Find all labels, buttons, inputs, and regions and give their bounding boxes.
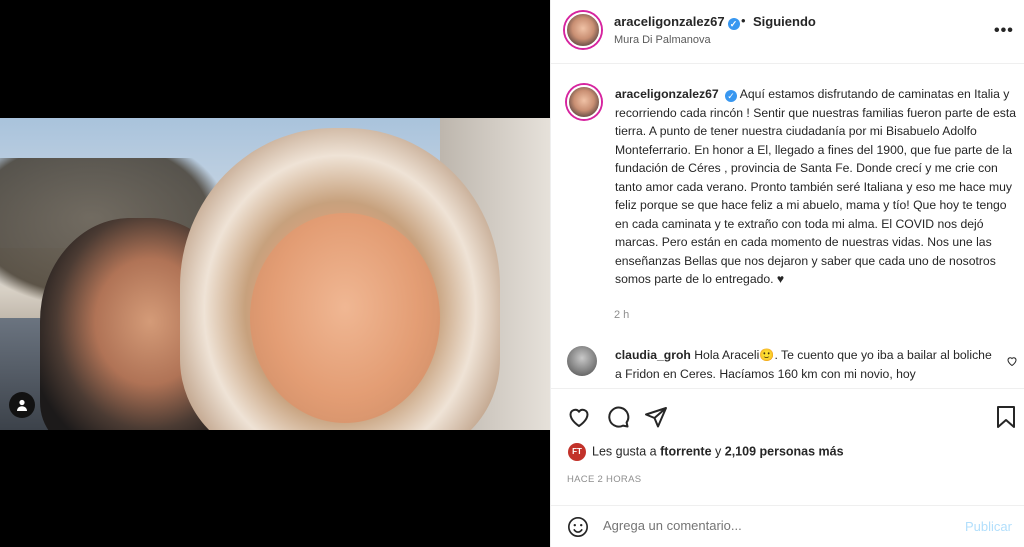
add-comment-bar: Publicar bbox=[551, 505, 1024, 547]
verified-icon: ✓ bbox=[727, 18, 740, 30]
caption-text: araceligonzalez67 ✓ Aquí estamos disfrut… bbox=[615, 85, 1017, 289]
post-media bbox=[0, 0, 550, 547]
author-avatar[interactable] bbox=[565, 12, 601, 48]
verified-icon: ✓ bbox=[725, 90, 738, 102]
heart-icon[interactable] bbox=[567, 405, 591, 429]
caption-time[interactable]: 2 h bbox=[614, 309, 629, 321]
author-username[interactable]: araceligonzalez67 ✓ bbox=[614, 14, 740, 30]
comment-username[interactable]: claudia_groh bbox=[615, 348, 691, 362]
comment-icon[interactable] bbox=[606, 405, 630, 429]
comment-like-icon[interactable] bbox=[1006, 355, 1018, 367]
emoji-icon[interactable] bbox=[567, 516, 589, 538]
post-photo[interactable] bbox=[0, 118, 550, 430]
post-sidebar: araceligonzalez67 ✓ • Siguiendo Mura Di P… bbox=[550, 0, 1024, 547]
share-icon[interactable] bbox=[644, 405, 668, 429]
comment-item: claudia_groh Hola Araceli🙂. Te cuento qu… bbox=[565, 346, 1015, 386]
comment-input[interactable] bbox=[603, 518, 943, 533]
separator-dot: • bbox=[741, 13, 746, 28]
liker-avatar[interactable]: FT bbox=[568, 443, 586, 461]
caption-username[interactable]: araceligonzalez67 bbox=[615, 87, 719, 101]
action-bar bbox=[551, 388, 1024, 443]
liker-username[interactable]: ftorrente bbox=[660, 444, 711, 458]
publish-button[interactable]: Publicar bbox=[965, 519, 1012, 534]
location-link[interactable]: Mura Di Palmanova bbox=[614, 34, 711, 46]
likes-summary: FT Les gusta a ftorrente y 2,109 personas… bbox=[568, 443, 844, 461]
more-options-icon[interactable]: ••• bbox=[994, 22, 1014, 40]
bookmark-icon[interactable] bbox=[995, 405, 1017, 429]
post-header: araceligonzalez67 ✓ • Siguiendo Mura Di P… bbox=[551, 0, 1024, 64]
commenter-avatar[interactable] bbox=[567, 346, 597, 376]
likes-count[interactable]: 2,109 personas más bbox=[725, 444, 844, 458]
user-tag-icon[interactable] bbox=[9, 392, 35, 418]
post-timestamp[interactable]: HACE 2 HORAS bbox=[567, 474, 641, 485]
caption-avatar[interactable] bbox=[567, 85, 601, 119]
following-button[interactable]: Siguiendo bbox=[753, 14, 816, 29]
caption-body: Aquí estamos disfrutando de caminatas en… bbox=[615, 87, 1017, 286]
